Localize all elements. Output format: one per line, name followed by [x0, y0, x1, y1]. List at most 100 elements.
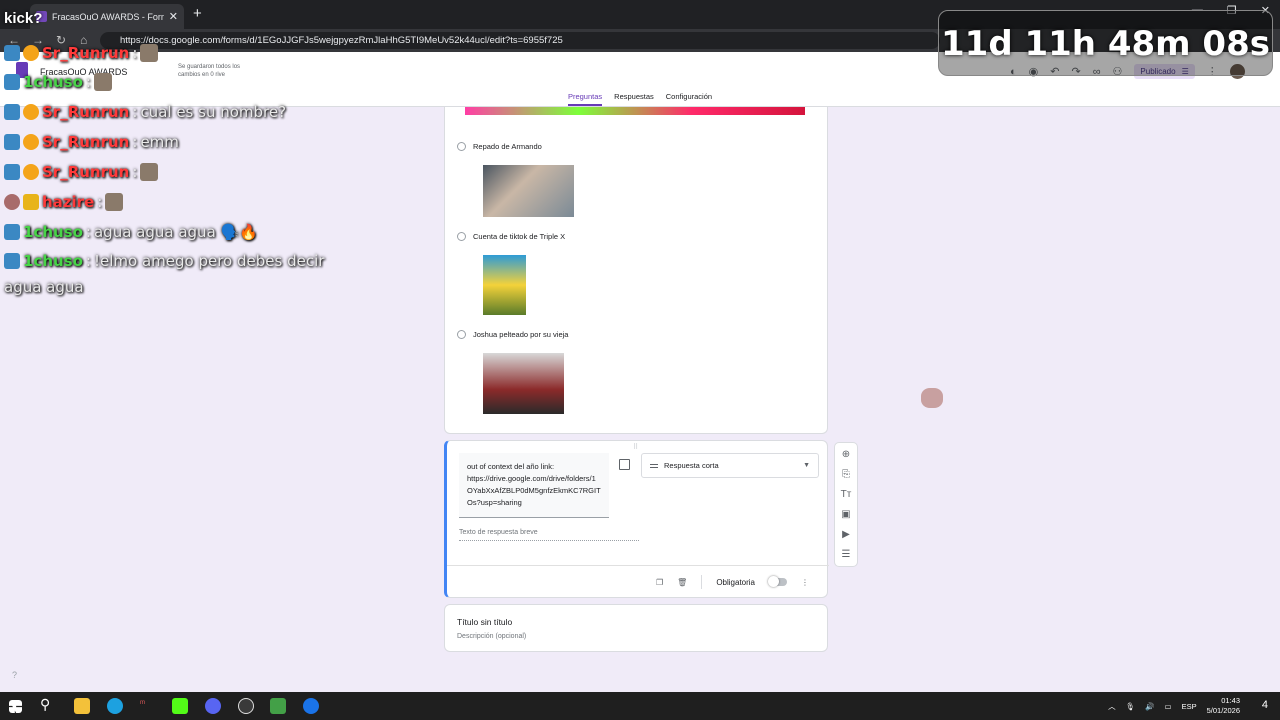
- required-toggle[interactable]: [768, 576, 787, 587]
- tab-responses[interactable]: Respuestas: [614, 92, 654, 106]
- new-tab-button[interactable]: +: [193, 5, 202, 22]
- help-icon[interactable]: ?: [12, 670, 17, 680]
- browser-app-icon[interactable]: [303, 698, 319, 714]
- badge-icon: [4, 164, 20, 180]
- option-label: Joshua pelteado por su vieja: [473, 330, 569, 339]
- badge-icon: [4, 74, 20, 90]
- chat-message-continuation: agua agua: [4, 278, 84, 296]
- option-2[interactable]: Cuenta de tiktok de Triple X: [457, 232, 565, 241]
- network-icon[interactable]: ▭: [1165, 702, 1172, 711]
- question-options-card: Repado de Armando Cuenta de tiktok de Tr…: [444, 107, 828, 434]
- chat-separator: :: [132, 44, 138, 62]
- add-image-icon[interactable]: [619, 459, 630, 470]
- file-explorer-icon[interactable]: [74, 698, 90, 714]
- chat-message: hazire :: [4, 193, 124, 211]
- chat-separator: :: [132, 103, 138, 121]
- short-answer-placeholder: Texto de respuesta breve: [459, 529, 639, 541]
- url-input[interactable]: https://docs.google.com/forms/d/1EGoJJGF…: [100, 32, 940, 49]
- chat-message: Sr_Runrun :: [4, 163, 159, 181]
- question-title-input[interactable]: out of context del año link: https://dri…: [459, 453, 609, 518]
- volume-icon[interactable]: 🔊: [1145, 702, 1154, 711]
- floating-toolbar: ⊕ ⎘ Tт ▣ ▶ ☰: [834, 442, 858, 567]
- start-icon[interactable]: [9, 700, 22, 713]
- question-footer-divider: [447, 565, 829, 566]
- add-image-icon[interactable]: ▣: [841, 509, 850, 520]
- search-icon[interactable]: ⚲: [40, 696, 50, 712]
- active-question-card[interactable]: ⠿ out of context del año link: https://d…: [444, 440, 829, 598]
- chat-text: !elmo amego pero debes decir: [93, 252, 325, 270]
- badge-icon: [4, 134, 20, 150]
- required-label: Obligatoria: [716, 577, 755, 587]
- chat-message: Sr_Runrun : emm: [4, 133, 179, 151]
- obs-icon[interactable]: [238, 698, 254, 714]
- chat-separator: :: [132, 133, 138, 151]
- add-title-icon[interactable]: Tт: [841, 489, 852, 500]
- option-2-image: [483, 255, 526, 315]
- chat-text: agua agua: [4, 278, 84, 296]
- chat-separator: :: [132, 163, 138, 181]
- chat-message: Sr_Runrun : cual es su nombre?: [4, 103, 286, 121]
- import-questions-icon[interactable]: ⎘: [842, 469, 850, 480]
- chevron-down-icon: ▼: [803, 462, 810, 469]
- chat-separator: :: [97, 193, 103, 211]
- emote-icon: [105, 193, 124, 211]
- section-description[interactable]: Descripción (opcional): [457, 633, 526, 640]
- app-icon[interactable]: ᵐ: [140, 698, 156, 714]
- chat-message: 1chuso : !elmo amego pero debes decir: [4, 252, 324, 270]
- chat-username: Sr_Runrun: [42, 103, 130, 121]
- chat-username: 1chuso: [23, 73, 83, 91]
- section-card[interactable]: Título sin título Descripción (opcional): [444, 604, 828, 652]
- discord-icon[interactable]: [205, 698, 221, 714]
- radio-icon[interactable]: [457, 330, 466, 339]
- emote-icon: [140, 163, 159, 181]
- tab-close-icon[interactable]: ✕: [169, 10, 178, 23]
- duplicate-icon[interactable]: ❐: [656, 578, 663, 587]
- footer-divider: [701, 575, 703, 589]
- edge-icon[interactable]: [107, 698, 123, 714]
- option-image-strip: [465, 107, 805, 115]
- clock[interactable]: 01:43 5/01/2026: [1207, 696, 1240, 716]
- add-video-icon[interactable]: ▶: [842, 529, 850, 540]
- kick-icon[interactable]: [172, 698, 188, 714]
- more-options-icon[interactable]: ⋮: [801, 578, 809, 587]
- option-3-image: [483, 353, 564, 414]
- badge-icon: [4, 45, 20, 61]
- chat-username: Sr_Runrun: [42, 163, 130, 181]
- microphone-icon[interactable]: 🎙: [1126, 702, 1136, 711]
- chat-text: emm: [140, 133, 179, 151]
- radio-icon[interactable]: [457, 232, 466, 241]
- add-question-icon[interactable]: ⊕: [842, 449, 850, 460]
- question-footer-actions: ❐ 🗑 Obligatoria ⋮: [656, 575, 809, 589]
- option-label: Repado de Armando: [473, 142, 542, 151]
- language-indicator[interactable]: ESP: [1182, 702, 1197, 711]
- tab-settings[interactable]: Configuración: [666, 92, 712, 106]
- emote-icon: [140, 44, 159, 62]
- chat-message: 1chuso :: [4, 73, 112, 91]
- chat-overflow-text: kick?: [4, 10, 43, 27]
- coin-badge-icon: [23, 45, 39, 61]
- tab-questions[interactable]: Preguntas: [567, 92, 603, 106]
- chat-username: Sr_Runrun: [42, 133, 130, 151]
- save-status: Se guardaron todos los cambios en 0 rive: [178, 64, 241, 78]
- coin-badge-icon: [23, 104, 39, 120]
- chevron-up-icon[interactable]: ︿: [1108, 701, 1116, 712]
- minecraft-icon[interactable]: [270, 698, 286, 714]
- drag-handle-icon[interactable]: ⠿: [633, 443, 638, 451]
- radio-icon[interactable]: [457, 142, 466, 151]
- chat-username: 1chuso: [23, 223, 83, 241]
- clock-date: 5/01/2026: [1206, 706, 1240, 715]
- notification-center-icon[interactable]: 4: [1262, 699, 1268, 711]
- browser-tab[interactable]: FracasOuO AWARDS - Formulario ✕: [30, 4, 184, 29]
- chat-username: hazire: [42, 193, 95, 211]
- chat-separator: :: [85, 73, 91, 91]
- delete-icon[interactable]: 🗑: [677, 578, 687, 587]
- option-3[interactable]: Joshua pelteado por su vieja: [457, 330, 568, 339]
- add-section-icon[interactable]: ☰: [842, 549, 851, 560]
- chat-text: cual es su nombre?: [140, 103, 287, 121]
- notification-count: 4: [1261, 699, 1268, 711]
- section-title[interactable]: Título sin título: [457, 617, 512, 627]
- option-label: Cuenta de tiktok de Triple X: [473, 232, 566, 241]
- question-type-select[interactable]: Respuesta corta ▼: [641, 453, 819, 478]
- option-1-image: [483, 165, 574, 217]
- option-1[interactable]: Repado de Armando: [457, 142, 542, 151]
